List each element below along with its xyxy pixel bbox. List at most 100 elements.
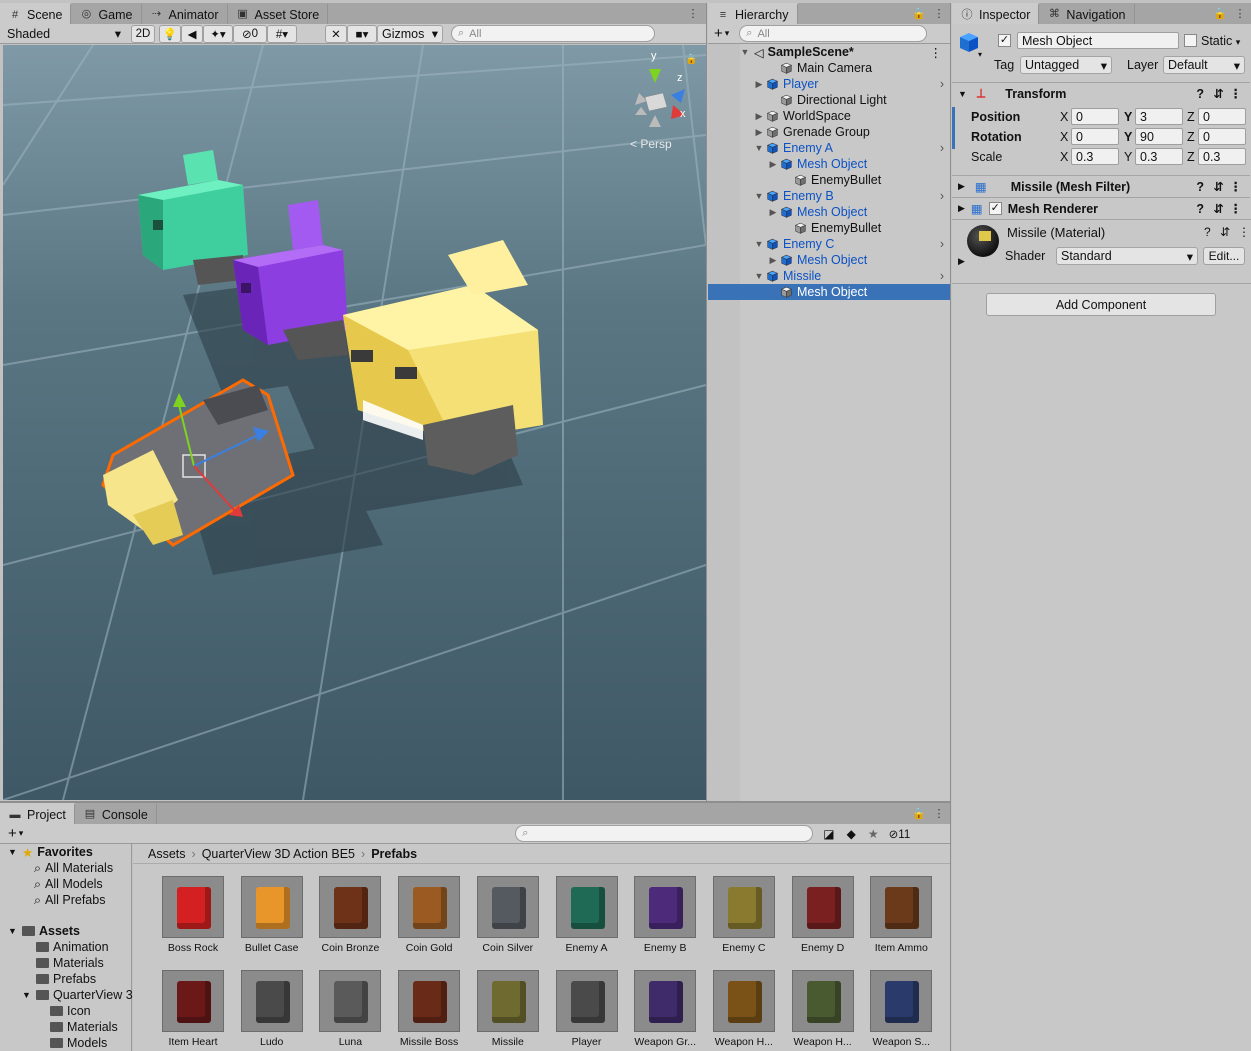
scale-z-field[interactable]: 0.3 <box>1198 148 1246 165</box>
more-options-icon[interactable]: ⋮ <box>1230 201 1243 216</box>
expand-arrow-icon[interactable]: ▶ <box>754 127 764 138</box>
help-icon[interactable]: ? <box>1196 202 1204 216</box>
expand-arrow-icon[interactable]: ▼ <box>754 271 764 281</box>
object-name-field[interactable]: Mesh Object <box>1017 32 1179 49</box>
asset-tile[interactable]: Enemy D <box>790 876 856 954</box>
hierarchy-item[interactable]: ▶ WorldSpace <box>708 108 950 124</box>
transform-component-header[interactable]: ▼ ⟂ Transform ? ⇵ ⋮ <box>952 82 1250 104</box>
mesh-renderer-enabled-checkbox[interactable]: ✓ <box>988 202 1002 215</box>
hierarchy-item[interactable]: ▼ Enemy C › <box>708 236 950 252</box>
hierarchy-item[interactable]: ▶ Grenade Group <box>708 124 950 140</box>
tab-hierarchy[interactable]: ≡ Hierarchy <box>708 3 798 25</box>
shading-mode-dropdown[interactable]: Shaded ▾ <box>3 25 125 43</box>
lock-icon[interactable]: 🔒 <box>1213 7 1227 21</box>
scale-x-field[interactable]: 0.3 <box>1071 148 1119 165</box>
lock-icon[interactable]: 🔒 <box>912 7 926 21</box>
hierarchy-item[interactable]: Main Camera <box>708 60 950 76</box>
expand-arrow-icon[interactable]: ▶ <box>768 207 778 218</box>
expand-arrow-icon[interactable]: ▶ <box>958 256 965 267</box>
chevron-right-icon[interactable]: › <box>940 189 944 203</box>
lighting-toggle[interactable]: 💡 <box>159 24 181 43</box>
asset-tile[interactable]: Weapon H... <box>790 970 856 1048</box>
chevron-right-icon[interactable]: › <box>940 141 944 155</box>
folder-animation[interactable]: Animation <box>36 939 109 955</box>
breadcrumb-quarterview[interactable]: QuarterView 3D Action BE5 <box>202 847 355 861</box>
more-options-icon[interactable]: ⋮ <box>686 7 700 21</box>
active-checkbox[interactable]: ✓ <box>998 34 1011 47</box>
asset-tile[interactable]: Missile Boss <box>396 970 462 1048</box>
filter-type-icon[interactable]: ◪ <box>823 827 834 841</box>
material-sphere-icon[interactable] <box>967 225 999 257</box>
tab-navigation[interactable]: ⌘ Navigation <box>1039 4 1135 25</box>
hierarchy-item[interactable]: Directional Light <box>708 92 950 108</box>
preset-icon[interactable]: ⇵ <box>1214 179 1224 194</box>
position-z-field[interactable]: 0 <box>1198 108 1246 125</box>
hierarchy-item[interactable]: EnemyBullet <box>708 172 950 188</box>
tools-button[interactable]: ✕ <box>325 24 347 43</box>
expand-arrow-icon[interactable]: ▶ <box>768 255 778 266</box>
add-component-button[interactable]: Add Component <box>986 293 1216 316</box>
more-options-icon[interactable]: ⋮ <box>932 807 946 821</box>
help-icon[interactable]: ? <box>1196 87 1204 101</box>
expand-arrow-icon[interactable]: ▼ <box>740 47 750 57</box>
rotation-x-field[interactable]: 0 <box>1071 128 1119 145</box>
asset-tile[interactable]: Boss Rock <box>160 876 226 954</box>
chevron-right-icon[interactable]: › <box>940 269 944 283</box>
hierarchy-item[interactable]: ▼ Enemy B › <box>708 188 950 204</box>
position-x-field[interactable]: 0 <box>1071 108 1119 125</box>
projection-toggle[interactable]: < Persp <box>630 137 672 151</box>
tab-project[interactable]: ▬ Project <box>0 803 75 825</box>
preset-icon[interactable]: ⇵ <box>1214 86 1224 101</box>
asset-tile[interactable]: Bullet Case <box>239 876 305 954</box>
more-options-icon[interactable]: ⋮ <box>1233 7 1247 21</box>
mesh-renderer-component-header[interactable]: ▶ ▦ ✓ Mesh Renderer ? ⇵ ⋮ <box>952 197 1250 219</box>
audio-toggle[interactable]: ◀ <box>181 24 203 43</box>
lock-icon[interactable]: 🔒 <box>912 807 926 821</box>
asset-tile[interactable]: Item Ammo <box>868 876 934 954</box>
expand-arrow-icon[interactable]: ▼ <box>8 847 18 857</box>
toggle-2d-button[interactable]: 2D <box>131 24 155 43</box>
favorite-all-prefabs[interactable]: ⌕ All Prefabs <box>34 892 105 908</box>
asset-tile[interactable]: Coin Bronze <box>317 876 383 954</box>
hierarchy-item[interactable]: EnemyBullet <box>708 220 950 236</box>
folder-quarterview[interactable]: ▼ QuarterView 3 <box>22 987 133 1003</box>
expand-arrow-icon[interactable]: ▼ <box>22 990 32 1000</box>
scale-y-field[interactable]: 0.3 <box>1135 148 1183 165</box>
chevron-right-icon[interactable]: › <box>940 237 944 251</box>
edit-shader-button[interactable]: Edit... <box>1203 247 1245 265</box>
more-options-icon[interactable]: ⋮ <box>1230 86 1243 101</box>
expand-arrow-icon[interactable]: ▼ <box>754 143 764 153</box>
hierarchy-item[interactable]: ▶ Player › <box>708 76 950 92</box>
hierarchy-item[interactable]: ▶ Mesh Object <box>708 204 950 220</box>
expand-arrow-icon[interactable]: ▼ <box>8 926 18 936</box>
tab-scene[interactable]: # Scene <box>0 3 72 25</box>
tab-game[interactable]: ◎ Game <box>71 4 142 25</box>
assets-root[interactable]: ▼ Assets <box>8 923 80 939</box>
scene-viewport[interactable]: y z x 🔒 < Persp <box>3 45 706 800</box>
asset-tile[interactable]: Coin Silver <box>475 876 541 954</box>
help-icon[interactable]: ? <box>1204 225 1211 239</box>
preset-icon[interactable]: ⇵ <box>1220 225 1230 239</box>
rotation-z-field[interactable]: 0 <box>1198 128 1246 145</box>
more-options-icon[interactable]: ⋮ <box>930 45 943 60</box>
hierarchy-item[interactable]: Mesh Object <box>708 284 950 300</box>
asset-tile[interactable]: Player <box>554 970 620 1048</box>
rotation-y-field[interactable]: 90 <box>1135 128 1183 145</box>
hierarchy-search-input[interactable]: ⌕ All <box>739 25 928 42</box>
project-search-input[interactable]: ⌕ <box>515 825 814 842</box>
favorite-all-materials[interactable]: ⌕ All Materials <box>34 860 113 876</box>
shader-dropdown[interactable]: Standard ▾ <box>1056 247 1198 265</box>
breadcrumb-prefabs[interactable]: Prefabs <box>371 847 417 861</box>
hierarchy-item[interactable]: ▶ Mesh Object <box>708 252 950 268</box>
chevron-down-icon[interactable]: ▾ <box>19 828 24 839</box>
asset-tile[interactable]: Enemy A <box>554 876 620 954</box>
chevron-down-icon[interactable]: ▾ <box>978 50 982 59</box>
folder-materials[interactable]: Materials <box>36 955 104 971</box>
expand-arrow-icon[interactable]: ▼ <box>754 191 764 201</box>
preset-icon[interactable]: ⇵ <box>1214 201 1224 216</box>
asset-tile[interactable]: Enemy B <box>632 876 698 954</box>
label-tag-icon[interactable]: ◆ <box>847 827 856 841</box>
expand-arrow-icon[interactable]: ▼ <box>754 239 764 249</box>
grid-toggle[interactable]: #▾ <box>267 24 297 43</box>
asset-tile[interactable]: Enemy C <box>711 876 777 954</box>
